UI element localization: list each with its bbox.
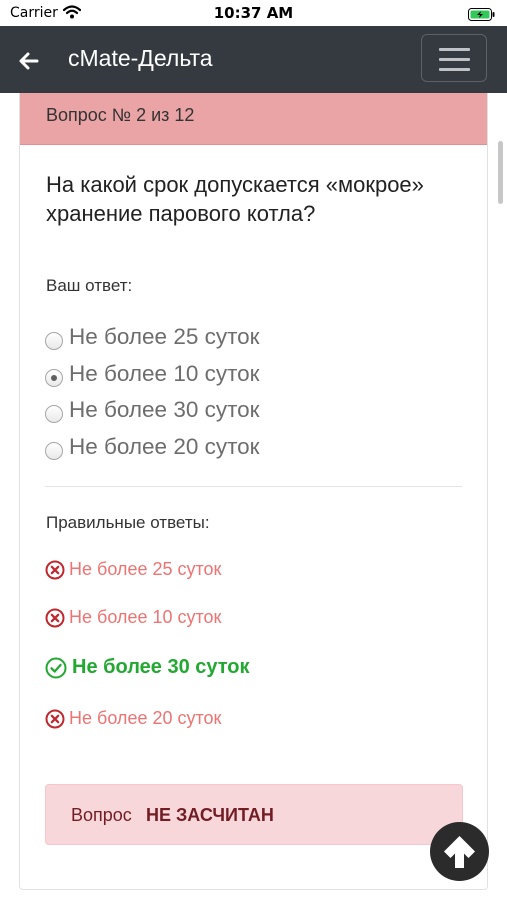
clock: 10:37 AM bbox=[213, 4, 294, 22]
app-bar: сMate-Дельта bbox=[0, 26, 507, 93]
card-header: Вопрос № 2 из 12 bbox=[20, 93, 487, 145]
scrollbar[interactable] bbox=[498, 141, 503, 204]
verdict-status: НЕ ЗАСЧИТАН bbox=[146, 805, 274, 825]
menu-button[interactable] bbox=[421, 34, 487, 82]
scroll-to-top-button[interactable] bbox=[430, 822, 489, 881]
verdict-alert: Вопрос НЕ ЗАСЧИТАН bbox=[45, 784, 463, 845]
status-bar: Carrier 10:37 AM bbox=[0, 0, 507, 26]
answer-option-label: Не более 10 суток bbox=[69, 360, 260, 386]
answer-option-label: Не более 20 суток bbox=[69, 433, 260, 459]
result-label: Не более 25 суток bbox=[69, 559, 222, 579]
check-circle-icon bbox=[45, 657, 67, 679]
question-counter: Вопрос № 2 из 12 bbox=[46, 105, 195, 125]
x-circle-icon bbox=[45, 709, 65, 729]
result-label: Не более 10 суток bbox=[69, 607, 222, 627]
divider bbox=[45, 486, 462, 487]
result-label: Не более 20 суток bbox=[69, 708, 222, 728]
arrow-left-icon bbox=[19, 52, 39, 70]
radio-button[interactable] bbox=[45, 441, 63, 460]
radio-button-selected[interactable] bbox=[45, 368, 63, 387]
x-circle-icon bbox=[45, 560, 65, 580]
radio-button[interactable] bbox=[45, 405, 63, 423]
x-circle-icon bbox=[45, 608, 65, 628]
back-button[interactable] bbox=[14, 46, 44, 76]
battery-icon bbox=[468, 6, 495, 25]
result-label: Не более 30 суток bbox=[72, 656, 250, 678]
correct-answers-label: Правильные ответы: bbox=[46, 513, 210, 532]
question-text: На какой срок допускается «мокрое» хране… bbox=[46, 172, 424, 226]
your-answer-label: Ваш ответ: bbox=[46, 276, 133, 295]
radio-button[interactable] bbox=[45, 332, 63, 350]
answer-option-label: Не более 25 суток bbox=[69, 324, 260, 349]
app-title: сMate-Дельта bbox=[68, 45, 213, 71]
arrow-up-icon bbox=[444, 836, 475, 868]
verdict-prefix: Вопрос bbox=[71, 805, 132, 825]
answer-option-label: Не более 30 суток bbox=[69, 397, 260, 422]
question-card: Вопрос № 2 из 12 На какой срок допускает… bbox=[19, 93, 488, 890]
